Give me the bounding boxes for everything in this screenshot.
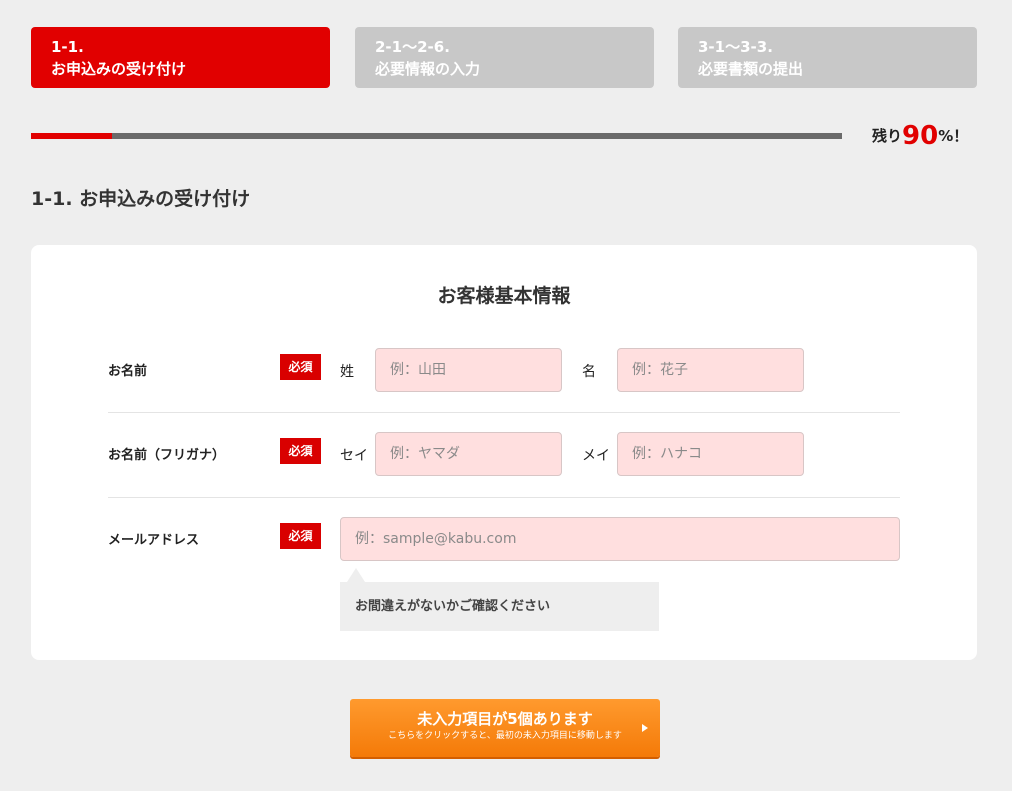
email-hint: お間違えがないかご確認ください [340,582,659,631]
email-row: メールアドレス 必須 [108,517,900,561]
row-divider [108,412,900,413]
first-kana-label: メイ [582,448,610,464]
email-input[interactable] [340,517,900,561]
first-name-label: 名 [582,364,596,380]
email-label: メールアドレス [108,533,200,548]
kana-label: お名前（フリガナ） [108,448,226,463]
first-name-input[interactable] [617,348,804,392]
page-title: 1-1. お申込みの受け付け [31,188,251,210]
name-row: お名前 必須 姓 名 [108,348,900,392]
required-badge: 必須 [280,354,321,380]
step-3-number: 3-1〜3-3. [698,38,773,56]
first-kana-input[interactable] [617,432,804,476]
step-1-number: 1-1. [51,38,84,56]
hint-pointer [347,568,365,582]
required-badge: 必須 [280,523,321,549]
progress-percent: 90 [902,121,939,151]
progress-remaining-label: 残り90%！ [872,118,968,154]
name-label: お名前 [108,364,148,379]
card-title: お客様基本情報 [437,285,571,307]
step-2: 2-1〜2-6. 必要情報の入力 [355,27,654,88]
step-2-number: 2-1〜2-6. [375,38,450,56]
step-2-title: 必要情報の入力 [375,60,481,78]
basic-info-card: お客様基本情報 お名前 必須 姓 名 お名前（フリガナ） 必須 セイ メイ メー… [31,245,977,660]
step-1: 1-1. お申込みの受け付け [31,27,330,88]
step-1-title: お申込みの受け付け [51,60,187,78]
chevron-right-icon [642,724,648,732]
progress-bar [31,133,842,139]
missing-fields-count: 未入力項目が5個あります [417,710,593,728]
last-kana-input[interactable] [375,432,562,476]
row-divider [108,497,900,498]
missing-fields-button[interactable]: 未入力項目が5個あります こちらをクリックすると、最初の未入力項目に移動します [350,699,660,757]
step-indicator: 1-1. お申込みの受け付け 2-1〜2-6. 必要情報の入力 3-1〜3-3.… [31,27,977,88]
last-kana-label: セイ [340,448,368,464]
progress-fill [31,133,113,139]
last-name-input[interactable] [375,348,562,392]
step-3: 3-1〜3-3. 必要書類の提出 [678,27,977,88]
step-3-title: 必要書類の提出 [698,60,804,78]
required-badge: 必須 [280,438,321,464]
progress-suffix: %！ [938,127,969,145]
kana-row: お名前（フリガナ） 必須 セイ メイ [108,432,900,476]
progress-prefix: 残り [872,127,903,145]
missing-fields-help: こちらをクリックすると、最初の未入力項目に移動します [388,731,622,741]
last-name-label: 姓 [340,364,354,380]
